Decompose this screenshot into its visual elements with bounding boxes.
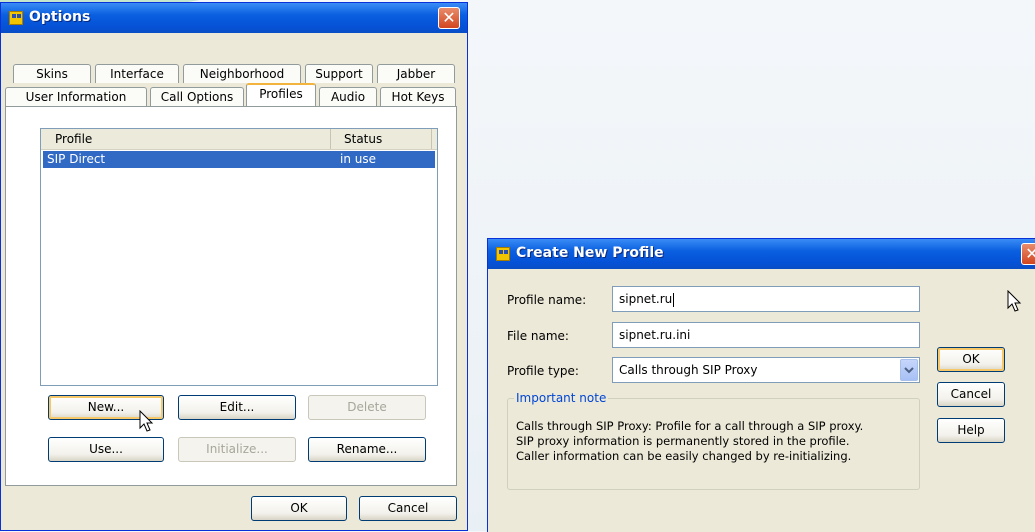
close-icon[interactable]: ✕: [438, 7, 460, 29]
edit-profile-button[interactable]: Edit...: [178, 395, 296, 420]
profile-type-label: Profile type:: [507, 364, 579, 378]
important-note-text: Calls through SIP Proxy: Profile for a c…: [516, 419, 863, 464]
create-help-button[interactable]: Help: [937, 418, 1005, 443]
profile-type-value: Calls through SIP Proxy: [619, 363, 758, 377]
important-note-group: Important note Calls through SIP Proxy: …: [507, 391, 920, 490]
file-name-label: File name:: [507, 329, 569, 343]
tab-interface[interactable]: Interface: [95, 64, 179, 83]
tab-audio[interactable]: Audio: [319, 87, 377, 106]
tab-label: Profiles: [259, 87, 303, 101]
tab-label: Audio: [330, 90, 366, 104]
profiles-list[interactable]: Profile Status SIP Direct in use: [40, 128, 438, 386]
delete-profile-button[interactable]: Delete: [308, 395, 426, 420]
create-profile-title: Create New Profile: [516, 245, 664, 261]
tab-support[interactable]: Support: [305, 64, 373, 83]
important-note-legend: Important note: [514, 391, 609, 405]
tab-neighborhood[interactable]: Neighborhood: [183, 64, 301, 83]
note-line: Caller information can be easily changed…: [516, 449, 852, 463]
create-profile-dialog: Create New Profile ✕ Profile name: sipne…: [487, 238, 1035, 532]
row-profile-cell: SIP Direct: [47, 152, 106, 166]
tab-label: Skins: [36, 67, 68, 81]
tab-profiles[interactable]: Profiles: [246, 83, 316, 106]
table-row[interactable]: SIP Direct in use: [43, 151, 435, 168]
column-header-profile[interactable]: Profile: [41, 129, 331, 149]
create-profile-titlebar[interactable]: Create New Profile ✕: [488, 239, 1035, 269]
profiles-tab-page: Profile Status SIP Direct in use New... …: [5, 106, 457, 486]
tab-label: Hot Keys: [391, 90, 445, 104]
tab-skins[interactable]: Skins: [13, 64, 91, 83]
profile-name-label: Profile name:: [507, 293, 587, 307]
tab-user-information[interactable]: User Information: [5, 87, 147, 106]
create-cancel-button[interactable]: Cancel: [937, 382, 1005, 407]
tab-label: Interface: [110, 67, 164, 81]
tab-call-options[interactable]: Call Options: [150, 87, 244, 106]
file-name-value: sipnet.ru.ini: [619, 328, 691, 342]
file-name-input[interactable]: sipnet.ru.ini: [612, 322, 920, 348]
list-header: Profile Status: [41, 129, 437, 150]
use-profile-button[interactable]: Use...: [48, 437, 164, 462]
tab-jabber[interactable]: Jabber: [377, 64, 455, 83]
tab-label: User Information: [25, 90, 127, 104]
options-title: Options: [29, 9, 91, 25]
tab-label: Call Options: [160, 90, 234, 104]
profile-type-select[interactable]: Calls through SIP Proxy: [612, 357, 920, 383]
app-icon: [496, 247, 510, 261]
tab-label: Neighborhood: [199, 67, 285, 81]
column-header-status[interactable]: Status: [332, 129, 432, 149]
rename-profile-button[interactable]: Rename...: [308, 437, 426, 462]
note-line: SIP proxy information is permanently sto…: [516, 434, 850, 448]
mouse-cursor-icon: [1007, 290, 1022, 312]
initialize-profile-button[interactable]: Initialize...: [178, 437, 296, 462]
text-caret: [673, 292, 675, 307]
tab-label: Support: [315, 67, 363, 81]
profile-name-value: sipnet.ru: [619, 292, 673, 306]
app-icon: [9, 11, 23, 25]
tab-label: Jabber: [396, 67, 436, 81]
note-line: Calls through SIP Proxy: Profile for a c…: [516, 419, 864, 433]
options-dialog: Options ✕ Skins Interface Neighborhood S…: [0, 2, 468, 531]
chevron-down-icon[interactable]: [900, 359, 918, 381]
tab-hot-keys[interactable]: Hot Keys: [380, 87, 456, 106]
mouse-cursor-icon: [139, 410, 154, 432]
profile-name-input[interactable]: sipnet.ru: [612, 286, 920, 312]
create-ok-button[interactable]: OK: [937, 347, 1005, 372]
close-icon[interactable]: ✕: [1021, 243, 1035, 265]
options-ok-button[interactable]: OK: [251, 496, 347, 521]
options-cancel-button[interactable]: Cancel: [359, 496, 457, 521]
row-status-cell: in use: [340, 152, 376, 166]
options-titlebar[interactable]: Options ✕: [1, 3, 467, 33]
